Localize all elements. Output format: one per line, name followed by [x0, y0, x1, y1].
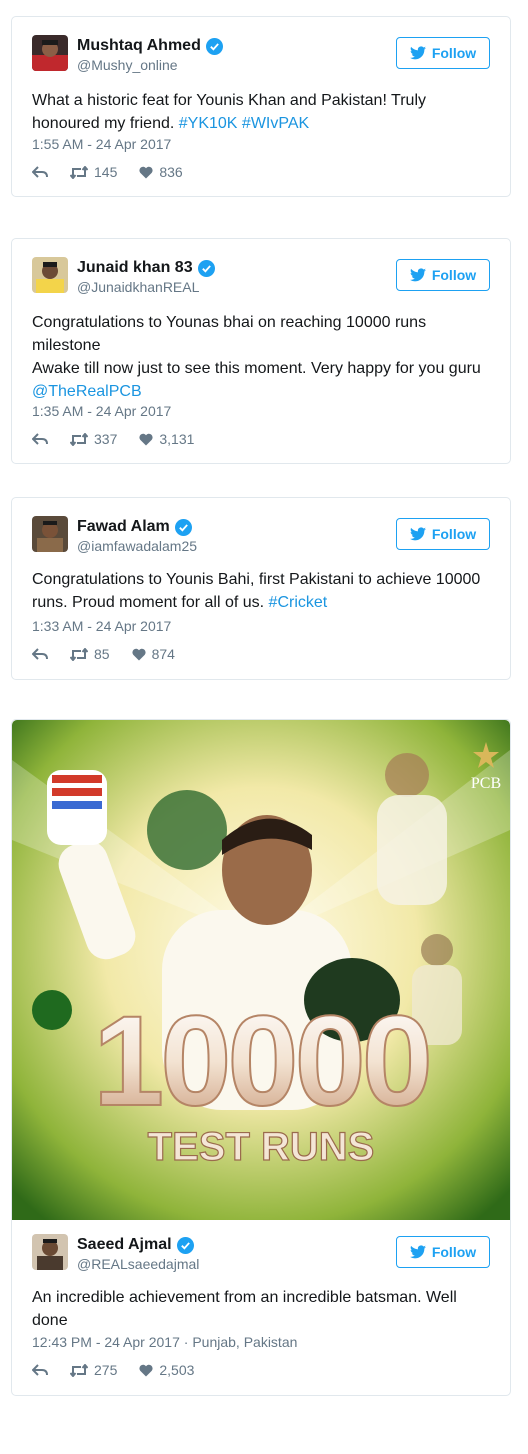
- follow-label: Follow: [431, 45, 477, 61]
- verified-icon: [174, 518, 192, 536]
- tweet-card: Mushtaq Ahmed @Mushy_online Follow What …: [11, 16, 511, 197]
- tweet-timestamp[interactable]: 1:55 AM - 24 Apr 2017: [32, 136, 171, 152]
- avatar[interactable]: [32, 257, 68, 293]
- retweet-button[interactable]: 85: [70, 646, 110, 662]
- like-count: 2,503: [159, 1362, 195, 1378]
- follow-button[interactable]: Follow: [396, 259, 490, 291]
- like-button[interactable]: 874: [132, 646, 175, 662]
- pcb-logo-text: PCB: [471, 775, 501, 792]
- retweet-count: 275: [94, 1362, 118, 1378]
- tweet-timestamp[interactable]: 12:43 PM - 24 Apr 2017 · Punjab, Pakista…: [32, 1334, 297, 1350]
- like-button[interactable]: 836: [139, 164, 183, 180]
- author-handle[interactable]: @JunaidkhanREAL: [77, 279, 199, 295]
- retweet-count: 337: [94, 431, 118, 447]
- like-count: 836: [159, 164, 183, 180]
- tweet-card: Fawad Alam @iamfawadalam25 Follow Congra…: [11, 497, 511, 680]
- like-count: 874: [151, 646, 175, 662]
- reply-button[interactable]: [32, 432, 48, 446]
- retweet-icon: [70, 165, 88, 179]
- retweet-count: 85: [94, 646, 110, 662]
- author-name[interactable]: Saeed Ajmal: [77, 1236, 172, 1254]
- avatar[interactable]: [32, 1234, 68, 1270]
- like-button[interactable]: 3,131: [139, 431, 194, 447]
- retweet-button[interactable]: 275: [70, 1362, 117, 1378]
- reply-icon: [32, 1363, 48, 1376]
- reply-button[interactable]: [32, 647, 48, 661]
- hashtag-link[interactable]: #WIvPAK: [242, 115, 309, 132]
- follow-label: Follow: [431, 1244, 477, 1260]
- follow-label: Follow: [431, 526, 477, 542]
- tweet-text: An incredible achievement from an incred…: [32, 1289, 457, 1329]
- verified-icon: [197, 259, 215, 277]
- tweet-card: Junaid khan 83 @JunaidkhanREAL Follow Co…: [11, 238, 511, 464]
- retweet-button[interactable]: 145: [70, 164, 117, 180]
- author-name[interactable]: Fawad Alam: [77, 518, 170, 536]
- tweet-text: Congratulations to Younis Bahi, first Pa…: [32, 568, 492, 614]
- retweet-icon: [70, 647, 88, 661]
- tweet-actions: 337 3,131: [32, 431, 216, 447]
- twitter-bird-icon: [409, 1245, 426, 1259]
- author-row: Mushtaq Ahmed: [77, 37, 223, 55]
- retweet-button[interactable]: 337: [70, 431, 117, 447]
- reply-icon: [32, 165, 48, 178]
- like-button[interactable]: 2,503: [139, 1362, 194, 1378]
- tweet-actions: 85 874: [32, 646, 197, 662]
- tweet-text: What a historic feat for Younis Khan and…: [32, 89, 492, 135]
- follow-label: Follow: [431, 267, 477, 283]
- author-handle[interactable]: @Mushy_online: [77, 57, 178, 73]
- retweet-count: 145: [94, 164, 118, 180]
- verified-icon: [205, 37, 223, 55]
- twitter-bird-icon: [409, 527, 426, 541]
- tweet-timestamp[interactable]: 1:33 AM - 24 Apr 2017: [32, 618, 171, 634]
- reply-icon: [32, 432, 48, 445]
- retweet-icon: [70, 432, 88, 446]
- heart-icon: [139, 433, 153, 445]
- tweet-text-line: Awake till now just to see this moment. …: [32, 360, 481, 377]
- author-handle[interactable]: @iamfawadalam25: [77, 538, 197, 554]
- milestone-caption: TEST RUNS: [148, 1125, 375, 1169]
- tweet-media-image[interactable]: PCB 10000 TEST RUNS: [12, 720, 510, 1220]
- verified-icon: [176, 1236, 194, 1254]
- tweet-timestamp[interactable]: 1:35 AM - 24 Apr 2017: [32, 403, 171, 419]
- heart-icon: [139, 166, 153, 178]
- tweet-text: Congratulations to Younas bhai on reachi…: [32, 311, 492, 403]
- author-name[interactable]: Junaid khan 83: [77, 259, 193, 277]
- twitter-bird-icon: [409, 46, 426, 60]
- tweet-actions: 145 836: [32, 164, 205, 180]
- author-name[interactable]: Mushtaq Ahmed: [77, 37, 201, 55]
- twitter-bird-icon: [409, 268, 426, 282]
- tweet-text-line: Congratulations to Younas bhai on reachi…: [32, 314, 427, 354]
- author-row: Fawad Alam: [77, 518, 192, 536]
- heart-icon: [139, 1364, 153, 1376]
- tweet-text-body: Congratulations to Younis Bahi, first Pa…: [32, 571, 481, 611]
- tweet-actions: 275 2,503: [32, 1362, 216, 1378]
- like-count: 3,131: [159, 431, 195, 447]
- hashtag-link[interactable]: #Cricket: [269, 594, 328, 611]
- tweet-card: PCB 10000 TEST RUNS Saeed Ajmal @REALsae…: [11, 719, 511, 1396]
- mention-link[interactable]: @TheRealPCB: [32, 380, 492, 403]
- author-row: Junaid khan 83: [77, 259, 215, 277]
- reply-button[interactable]: [32, 165, 48, 179]
- heart-icon: [132, 648, 146, 660]
- hashtag-link[interactable]: #YK10K: [179, 115, 238, 132]
- reply-icon: [32, 647, 48, 660]
- follow-button[interactable]: Follow: [396, 37, 490, 69]
- author-handle[interactable]: @REALsaeedajmal: [77, 1256, 199, 1272]
- reply-button[interactable]: [32, 1363, 48, 1377]
- avatar[interactable]: [32, 35, 68, 71]
- follow-button[interactable]: Follow: [396, 518, 490, 550]
- retweet-icon: [70, 1363, 88, 1377]
- milestone-number: 10000: [93, 990, 429, 1133]
- follow-button[interactable]: Follow: [396, 1236, 490, 1268]
- avatar[interactable]: [32, 516, 68, 552]
- author-row: Saeed Ajmal: [77, 1236, 194, 1254]
